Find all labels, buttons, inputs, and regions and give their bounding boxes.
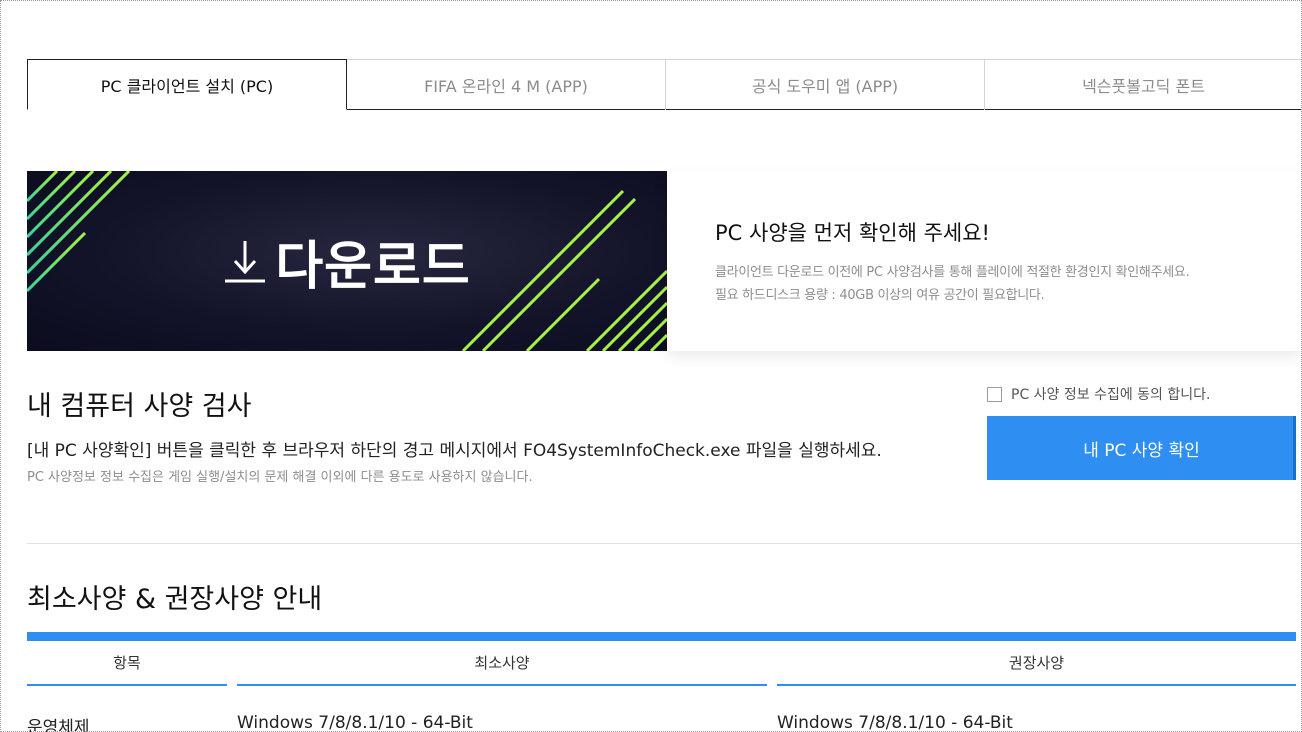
tab-label: FIFA 온라인 4 M (APP) xyxy=(424,77,588,96)
pc-check-title: 내 컴퓨터 사양 검사 xyxy=(27,391,252,422)
table-header-min: 최소사양 xyxy=(474,654,530,672)
tab-label: PC 클라이언트 설치 (PC) xyxy=(100,76,274,96)
table-header-rec: 권장사양 xyxy=(1008,654,1065,672)
table-cell-min: Windows 7/8/8.1/10 - 64-Bit xyxy=(237,713,473,732)
table-top-bar xyxy=(27,632,1296,641)
check-pc-spec-button[interactable]: 내 PC 사양 확인 xyxy=(987,416,1296,480)
tab-pc-client[interactable]: PC 클라이언트 설치 (PC) xyxy=(27,59,347,110)
install-tabs: PC 클라이언트 설치 (PC) FIFA 온라인 4 M (APP) 공식 도… xyxy=(27,59,1302,110)
table-cell-rec: Windows 7/8/8.1/10 - 64-Bit xyxy=(777,713,1013,732)
download-banner[interactable]: 다운로드 xyxy=(27,171,667,351)
tab-label: 넥슨풋볼고딕 폰트 xyxy=(1082,77,1205,96)
table-cell-item: 운영체제 xyxy=(27,718,90,732)
tab-label: 공식 도우미 앱 (APP) xyxy=(751,77,899,96)
section-divider xyxy=(27,543,1302,544)
pc-check-description: [내 PC 사양확인] 버튼을 클릭한 후 브라우저 하단의 경고 메시지에서 … xyxy=(27,441,882,461)
spec-notice-line1: 클라이언트 다운로드 이전에 PC 사양검사를 통해 플레이에 적절한 환경인지… xyxy=(715,265,1190,280)
spec-notice-line2: 필요 하드디스크 용량 : 40GB 이상의 여유 공간이 필요합니다. xyxy=(715,288,1045,303)
agree-label: PC 사양 정보 수집에 동의 합니다. xyxy=(1011,387,1211,403)
tab-fifa-mobile[interactable]: FIFA 온라인 4 M (APP) xyxy=(347,60,666,110)
banner-label-group: 다운로드 xyxy=(27,171,667,351)
spec-table-title: 최소사양 & 권장사양 안내 xyxy=(27,584,323,615)
banner-label: 다운로드 xyxy=(275,236,471,297)
button-edge xyxy=(1293,416,1296,480)
agree-option[interactable]: PC 사양 정보 수집에 동의 합니다. xyxy=(987,384,1210,404)
table-header-item: 항목 xyxy=(113,654,141,672)
header-underline xyxy=(27,684,227,686)
agree-checkbox[interactable] xyxy=(987,386,1002,402)
spec-notice-title: PC 사양을 먼저 확인해 주세요! xyxy=(715,221,990,245)
pc-check-note: PC 사양정보 정보 수집은 게임 실행/설치의 문제 해결 이외에 다른 용도… xyxy=(27,470,533,485)
header-underline xyxy=(777,684,1296,686)
download-arrow-icon xyxy=(223,235,267,287)
tab-helper-app[interactable]: 공식 도우미 앱 (APP) xyxy=(666,60,985,110)
spec-notice-card: PC 사양을 먼저 확인해 주세요! 클라이언트 다운로드 이전에 PC 사양검… xyxy=(667,171,1302,351)
tab-font[interactable]: 넥슨풋볼고딕 폰트 xyxy=(985,60,1302,110)
header-underline xyxy=(237,684,767,686)
